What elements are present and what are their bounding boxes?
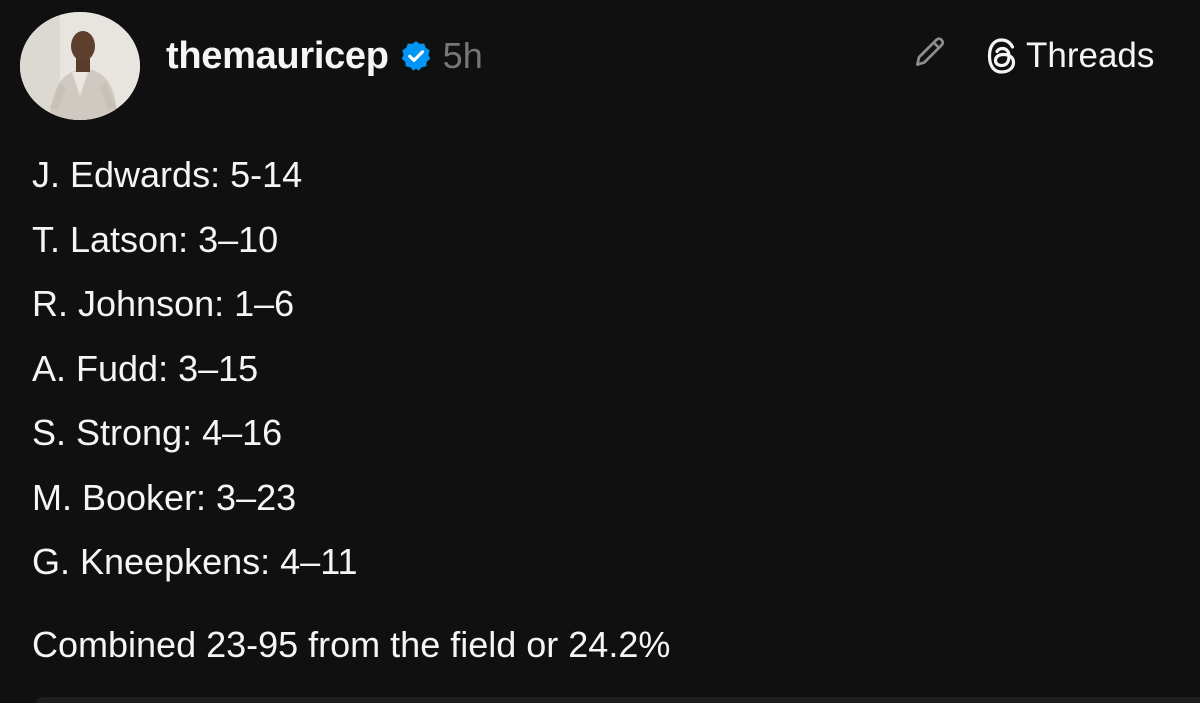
pencil-icon — [909, 31, 951, 78]
next-card-edge — [36, 697, 1200, 703]
threads-post: themauricep 5h Threads J. Edwards: 5-14 … — [0, 0, 1200, 703]
edit-button[interactable] — [906, 30, 954, 78]
post-header: themauricep 5h — [166, 30, 483, 82]
threads-app-link[interactable]: Threads — [984, 32, 1154, 80]
stat-line: A. Fudd: 3–15 — [32, 347, 259, 389]
stat-line: M. Booker: 3–23 — [32, 476, 297, 518]
threads-logo-icon — [984, 36, 1020, 76]
verified-badge-icon — [399, 39, 433, 73]
stat-line: R. Johnson: 1–6 — [32, 283, 295, 324]
stat-line: T. Latson: 3–10 — [32, 218, 279, 260]
stat-line: S. Strong: 4–16 — [32, 412, 283, 453]
username[interactable]: themauricep — [166, 35, 389, 78]
avatar[interactable] — [20, 12, 140, 120]
post-body: J. Edwards: 5-14 T. Latson: 3–10 R. John… — [32, 148, 358, 600]
threads-label: Threads — [1026, 36, 1155, 75]
summary-line: Combined 23-95 from the field or 24.2% — [32, 624, 671, 665]
avatar-photo — [20, 12, 140, 120]
stat-line: J. Edwards: 5-14 — [32, 154, 303, 195]
post-timestamp: 5h — [442, 35, 483, 76]
stat-line: G. Kneepkens: 4–11 — [32, 541, 358, 582]
